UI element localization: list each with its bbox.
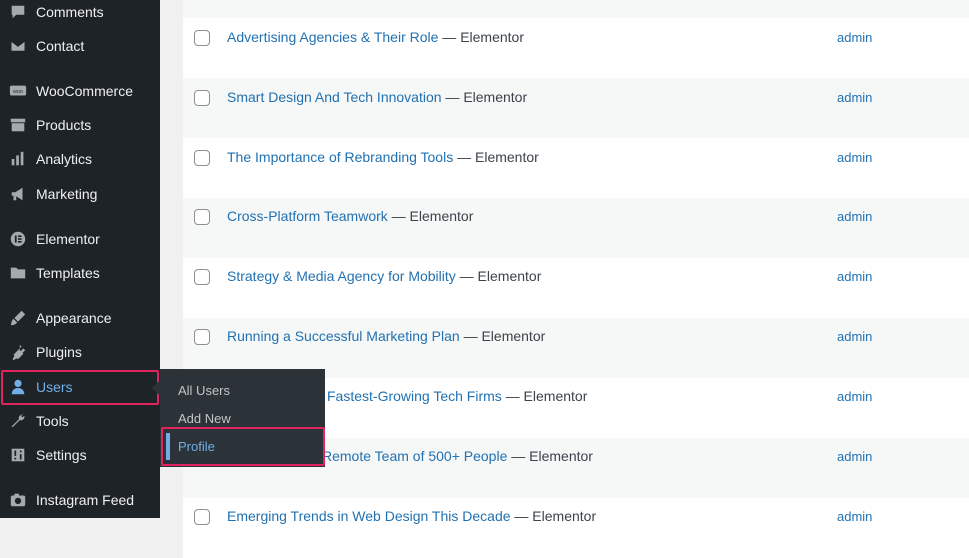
row-checkbox[interactable] [194, 30, 210, 46]
plug-icon [0, 343, 36, 361]
sidebar-item-settings[interactable]: Settings [0, 438, 160, 472]
sidebar-item-label: Contact [36, 38, 85, 54]
woocommerce-icon: woo [0, 82, 36, 100]
post-title[interactable]: Strategy & Media Agency for Mobility — E… [227, 268, 541, 284]
megaphone-icon [0, 185, 36, 203]
camera-icon [0, 491, 36, 509]
row-checkbox[interactable] [194, 269, 210, 285]
wrench-icon [0, 412, 36, 430]
sidebar-item-analytics[interactable]: Analytics [0, 142, 160, 176]
sidebar-item-label: Analytics [36, 151, 93, 167]
admin-sidebar: Comments Contact woo WooCommerce Product… [0, 0, 160, 518]
sidebar-item-appearance[interactable]: Appearance [0, 301, 160, 335]
table-row: Strategy & Media Agency for Mobility — E… [183, 258, 969, 318]
sidebar-item-tools[interactable]: Tools [0, 404, 160, 438]
sidebar-item-plugins[interactable]: Plugins [0, 335, 160, 369]
post-state: — Elementor [507, 448, 593, 464]
post-title[interactable]: Remote Team of 500+ People — Elementor [322, 448, 593, 464]
mail-icon [0, 37, 36, 55]
post-author[interactable]: admin [837, 209, 872, 224]
post-author[interactable]: admin [837, 509, 872, 524]
sidebar-item-label: Tools [36, 413, 69, 429]
post-state: — Elementor [510, 508, 597, 524]
submenu-item-all-users[interactable]: All Users [178, 383, 230, 398]
archive-icon [0, 116, 36, 134]
submenu-item-add-new[interactable]: Add New [178, 411, 231, 426]
folder-icon [0, 264, 36, 282]
sidebar-item-label: Plugins [36, 344, 82, 360]
post-title[interactable]: Cross-Platform Teamwork — Elementor [227, 208, 473, 224]
sidebar-item-templates[interactable]: Templates [0, 256, 160, 290]
row-checkbox[interactable] [194, 509, 210, 525]
sidebar-item-label: Users [36, 379, 73, 395]
sidebar-item-products[interactable]: Products [0, 108, 160, 142]
row-checkbox[interactable] [194, 329, 210, 345]
post-author[interactable]: admin [837, 30, 872, 45]
post-state: — Elementor [441, 89, 528, 105]
sidebar-item-label: Instagram Feed [36, 492, 135, 508]
row-checkbox[interactable] [194, 209, 210, 225]
post-title[interactable]: Running a Successful Marketing Plan — El… [227, 328, 545, 344]
paintbrush-icon [0, 309, 36, 327]
table-row: The Importance of Rebranding Tools — Ele… [183, 138, 969, 198]
table-row: Smart Design And Tech Innovation — Eleme… [183, 78, 969, 138]
post-title[interactable]: Smart Design And Tech Innovation — Eleme… [227, 89, 527, 105]
sidebar-item-instagram-feed[interactable]: Instagram Feed [0, 483, 160, 517]
svg-text:woo: woo [12, 89, 23, 95]
post-state: — Elementor [387, 208, 474, 224]
post-state: — Elementor [501, 388, 588, 404]
flyout-caret [152, 380, 160, 396]
row-checkbox[interactable] [194, 90, 210, 106]
table-row: Advertising Agencies & Their Role — Elem… [183, 18, 969, 78]
sidebar-item-label: Comments [36, 4, 104, 20]
top-row-strip [183, 0, 969, 18]
post-author[interactable]: admin [837, 150, 872, 165]
sidebar-item-label: Appearance [36, 310, 112, 326]
post-author[interactable]: admin [837, 90, 872, 105]
table-row: Emerging Trends in Web Design This Decad… [183, 498, 969, 558]
sidebar-item-label: Templates [36, 265, 100, 281]
sidebar-item-users[interactable]: Users [0, 370, 160, 404]
sidebar-item-label: Marketing [36, 186, 98, 202]
sidebar-item-label: Elementor [36, 231, 100, 247]
sidebar-item-elementor[interactable]: Elementor [0, 222, 160, 256]
user-icon [0, 378, 36, 396]
post-title[interactable]: Advertising Agencies & Their Role — Elem… [227, 29, 524, 45]
bar-chart-icon [0, 150, 36, 168]
post-title[interactable]: Fastest-Growing Tech Firms — Elementor [327, 388, 587, 404]
post-author[interactable]: admin [837, 269, 872, 284]
post-title[interactable]: The Importance of Rebranding Tools — Ele… [227, 149, 539, 165]
sidebar-item-marketing[interactable]: Marketing [0, 177, 160, 211]
sidebar-item-label: Products [36, 117, 92, 133]
sliders-icon [0, 446, 36, 464]
post-state: — Elementor [455, 268, 542, 284]
elementor-icon [0, 230, 36, 248]
post-state: — Elementor [459, 328, 546, 344]
post-author[interactable]: admin [837, 329, 872, 344]
comment-icon [0, 3, 36, 21]
post-state: — Elementor [453, 149, 539, 165]
post-author[interactable]: admin [837, 449, 872, 464]
post-title[interactable]: Emerging Trends in Web Design This Decad… [227, 508, 596, 524]
sidebar-item-contact[interactable]: Contact [0, 29, 160, 63]
post-author[interactable]: admin [837, 389, 872, 404]
sidebar-item-label: Settings [36, 447, 87, 463]
post-state: — Elementor [438, 29, 525, 45]
profile-highlight-box [161, 427, 325, 466]
sidebar-item-comments[interactable]: Comments [0, 0, 160, 29]
sidebar-item-label: WooCommerce [36, 83, 133, 99]
row-checkbox[interactable] [194, 150, 210, 166]
table-row: Cross-Platform Teamwork — Elementor admi… [183, 198, 969, 258]
sidebar-item-woocommerce[interactable]: woo WooCommerce [0, 74, 160, 108]
